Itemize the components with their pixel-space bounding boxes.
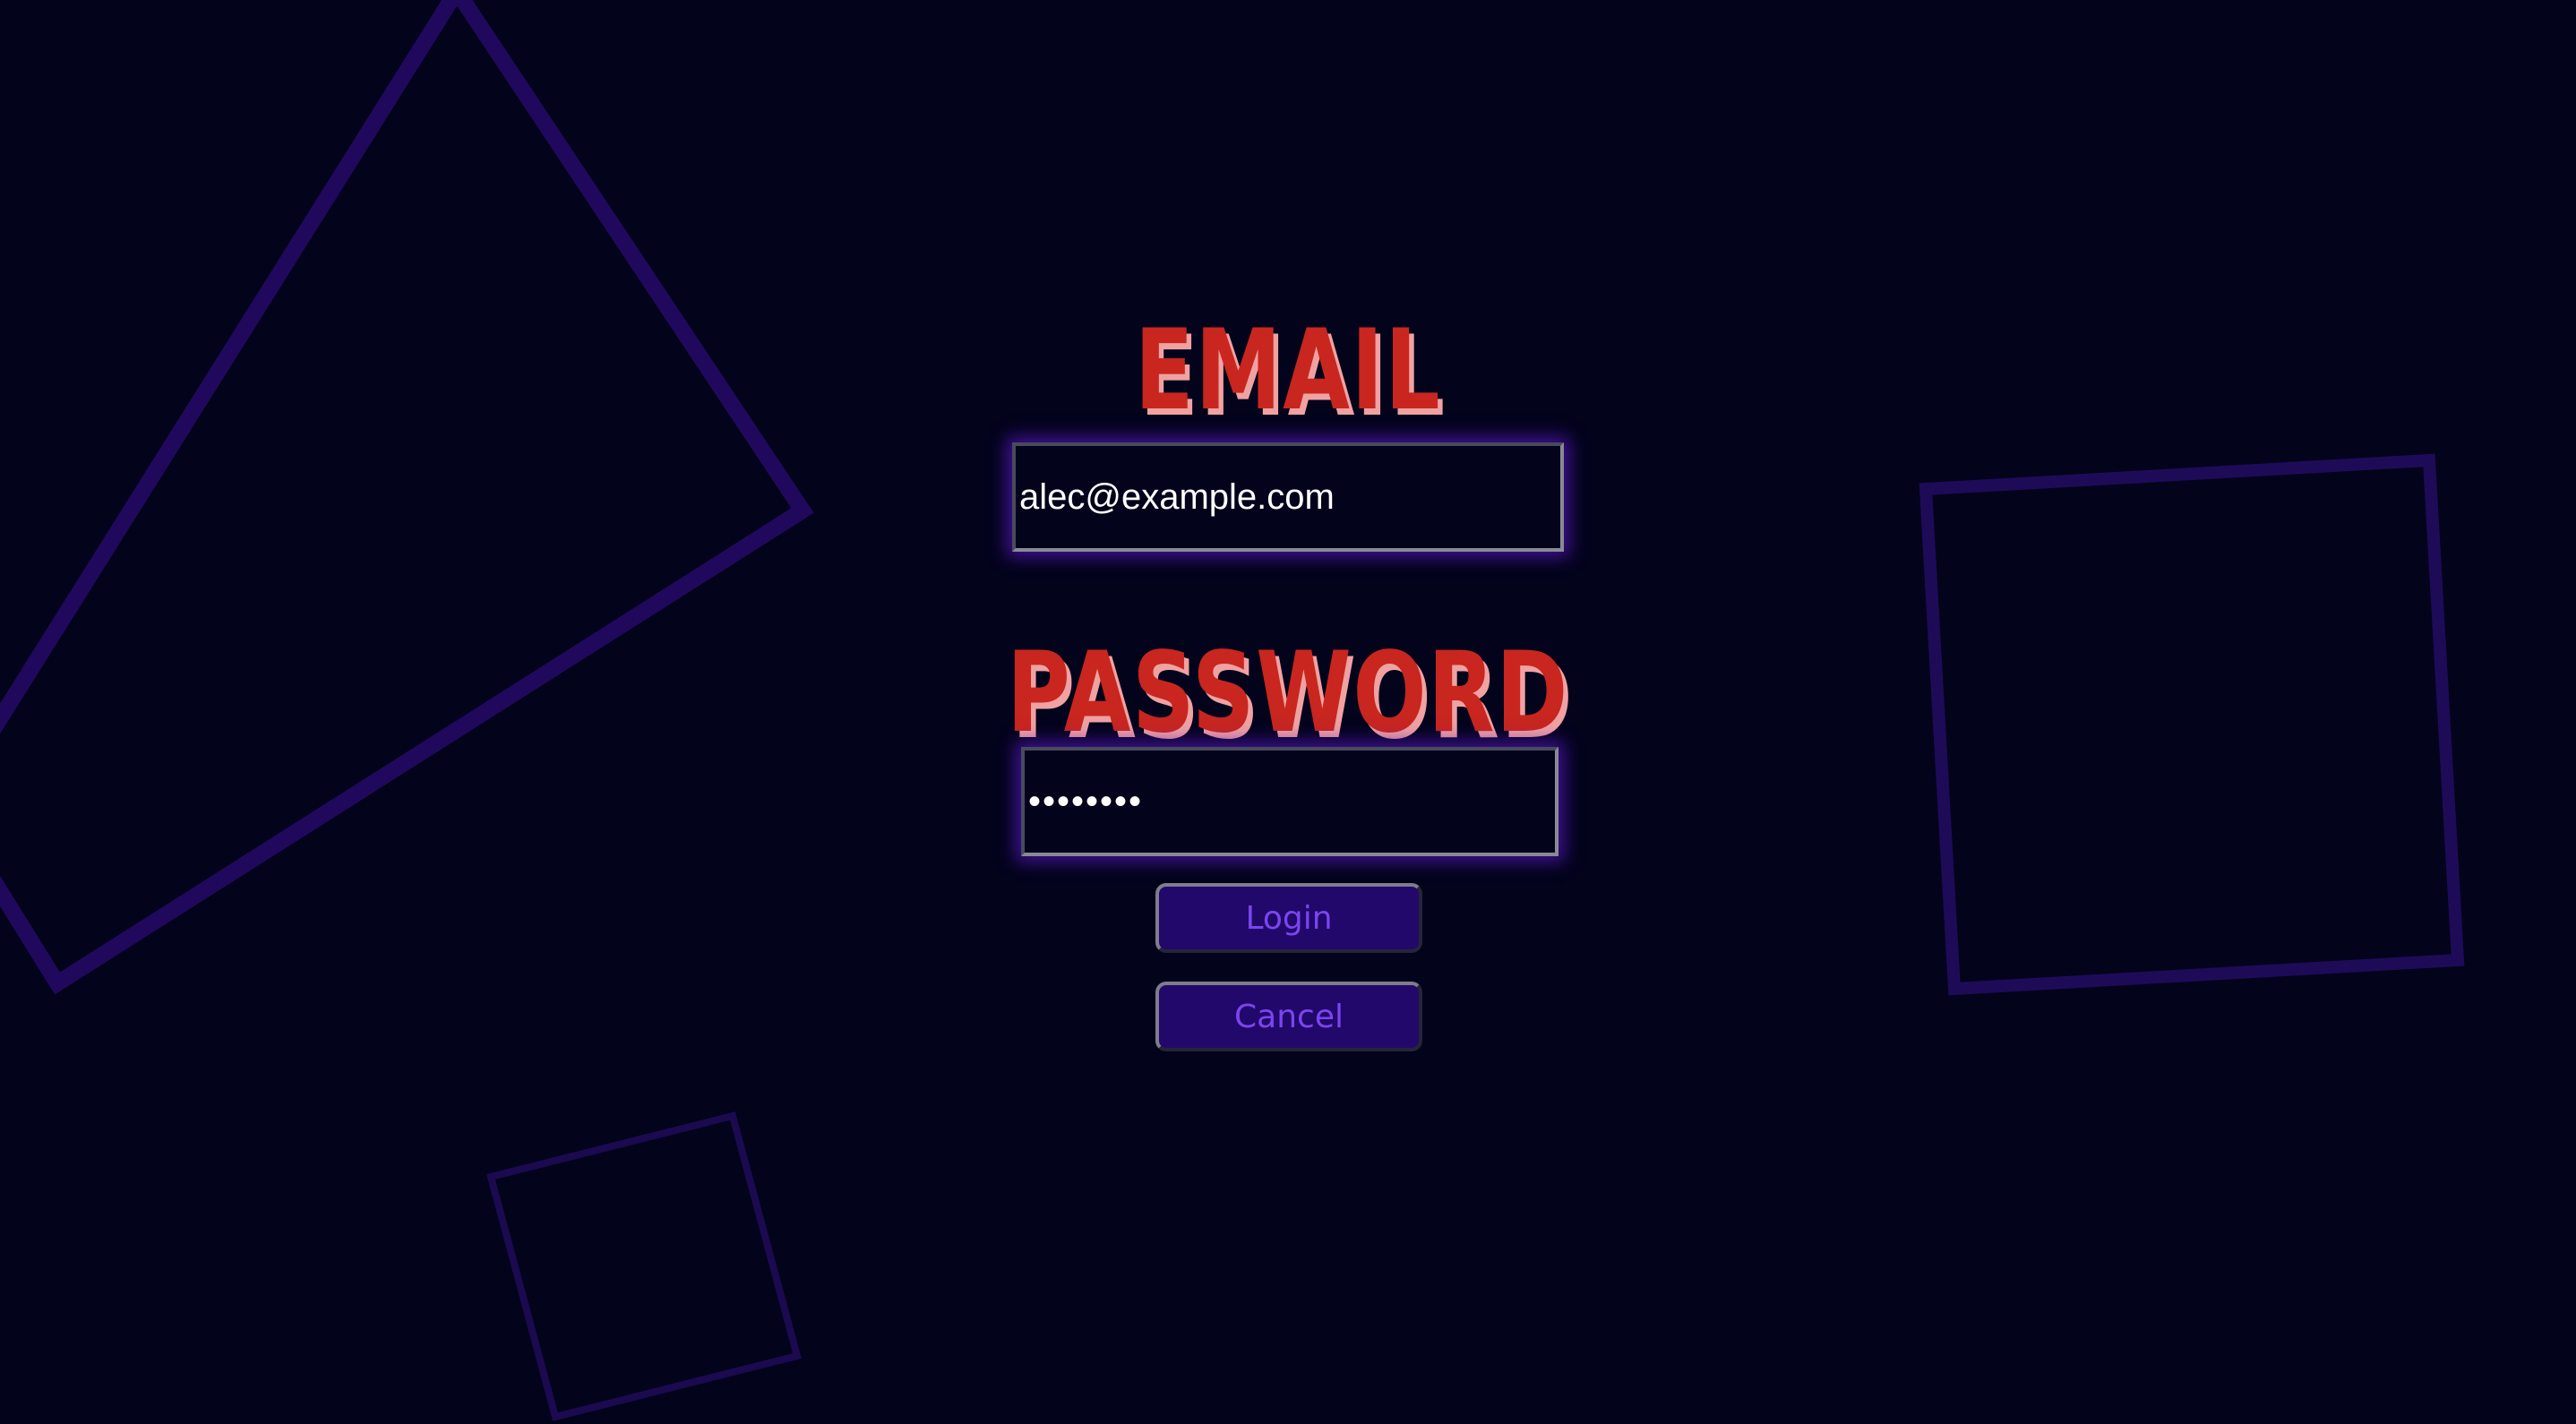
decorative-square-top-left (0, 0, 814, 995)
cancel-button[interactable]: Cancel (1155, 982, 1422, 1051)
password-heading: PASSWORD (1007, 629, 1569, 758)
email-field[interactable] (1012, 442, 1564, 552)
decorative-square-bottom (486, 1111, 802, 1421)
email-heading: EMAIL (1134, 306, 1442, 435)
login-button[interactable]: Login (1155, 883, 1422, 953)
password-field[interactable] (1021, 747, 1558, 856)
